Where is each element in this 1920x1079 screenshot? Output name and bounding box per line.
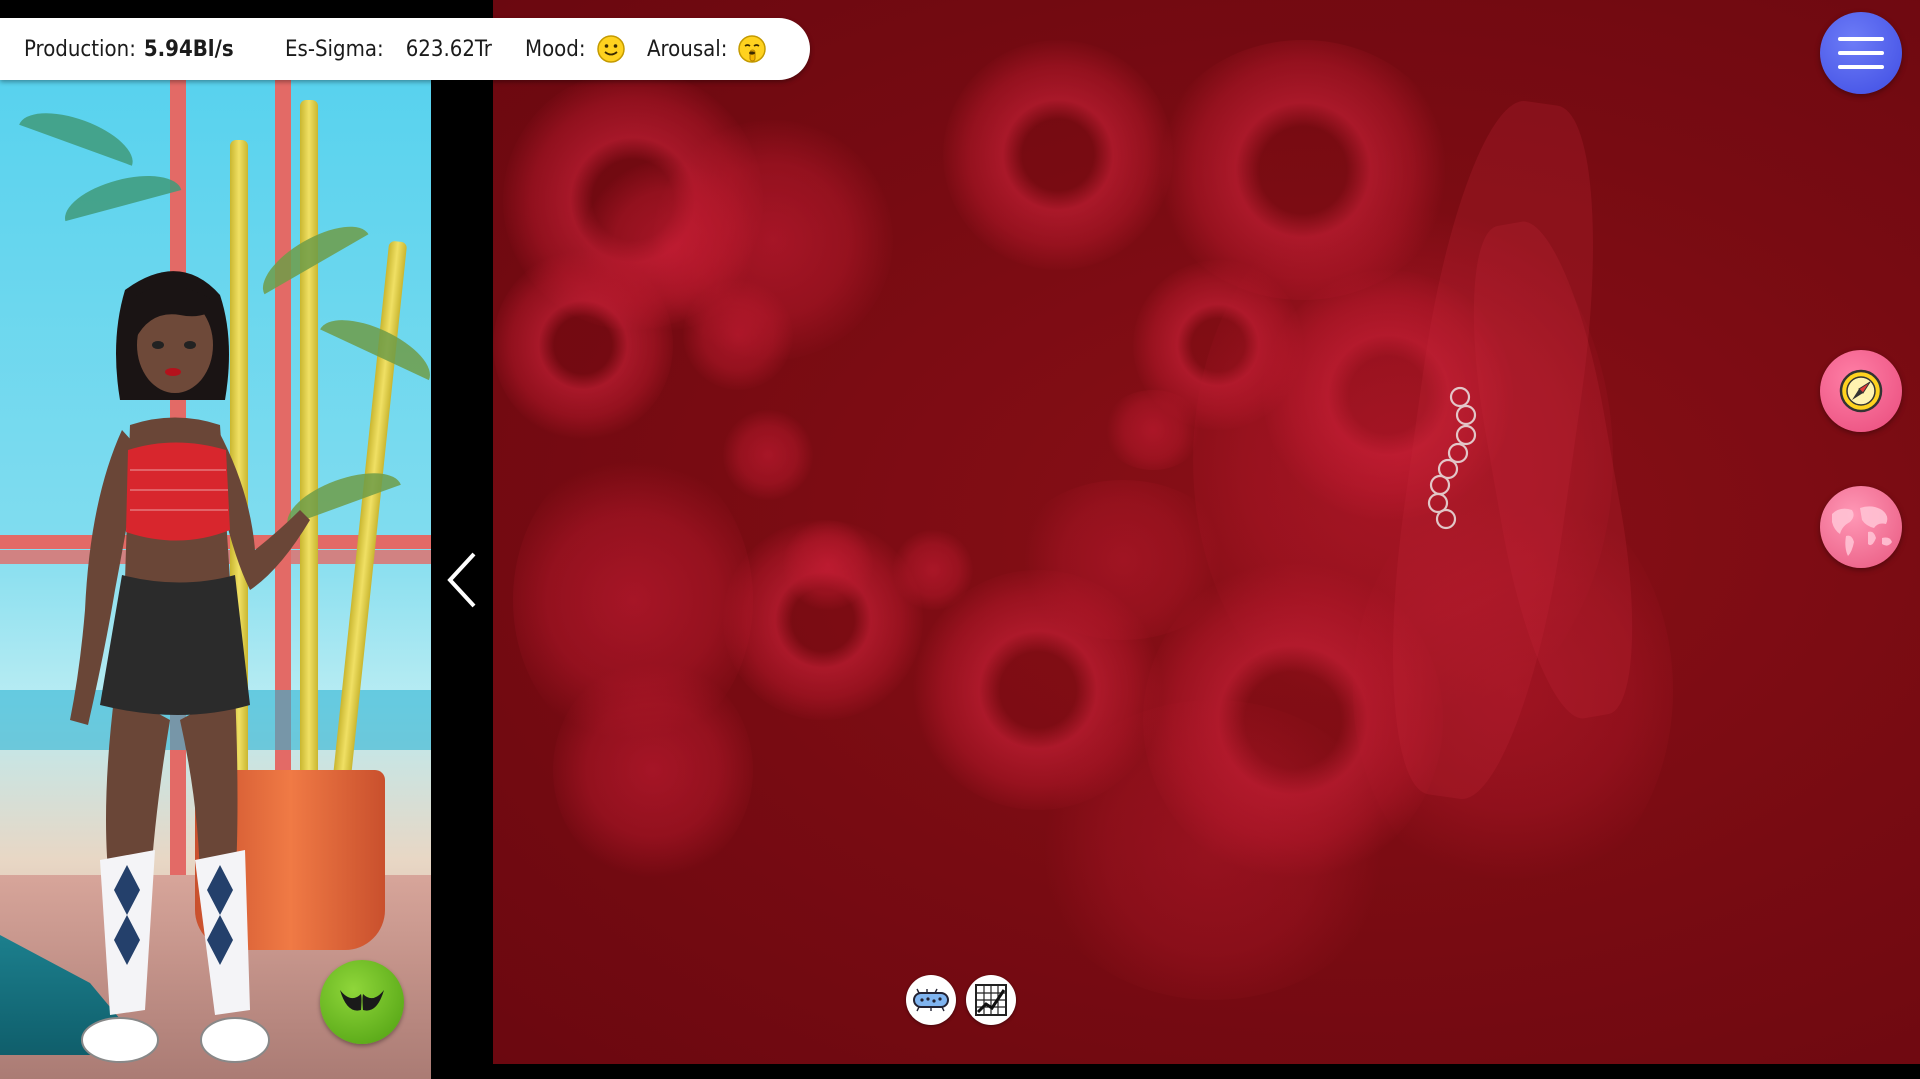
chevron-left-icon	[447, 552, 476, 607]
bacteria-icon	[913, 988, 949, 1012]
production-stat: Production: 5.94Bl/s	[24, 18, 234, 80]
map-button[interactable]	[1820, 486, 1902, 568]
palm-leaf	[58, 164, 182, 222]
arousal-label: Arousal:	[647, 36, 728, 62]
es-sigma-label: Es-Sigma:	[285, 36, 384, 62]
es-sigma-value: 623.62Tr	[405, 36, 492, 62]
game-screen: Production: 5.94Bl/s Es-Sigma: 623.62Tr …	[0, 0, 1920, 1079]
smiling-face-icon	[596, 35, 625, 63]
compass-button[interactable]	[1820, 350, 1902, 432]
compass-icon	[1839, 369, 1883, 413]
collapse-panel-button[interactable]	[431, 80, 493, 1079]
cell-field[interactable]	[493, 0, 1920, 1064]
bacterium-chain[interactable]	[1418, 385, 1488, 535]
cell-cluster	[723, 410, 813, 500]
cell-cluster	[553, 660, 753, 880]
mood-stat: Mood:	[525, 18, 626, 80]
shushing-face-icon	[738, 35, 767, 63]
arousal-stat: Arousal:	[647, 18, 767, 80]
world-map-icon	[1832, 506, 1892, 556]
chart-button[interactable]	[966, 975, 1016, 1025]
line-chart-icon	[975, 984, 1007, 1016]
cell-cluster	[1103, 390, 1203, 470]
cell-cluster	[1013, 480, 1233, 640]
es-sigma-stat: Es-Sigma: 623.62Tr	[285, 18, 492, 80]
menu-button[interactable]	[1820, 12, 1902, 94]
cell-cluster	[943, 40, 1173, 270]
hamburger-menu-icon	[1838, 37, 1884, 69]
production-value: 5.94Bl/s	[143, 36, 234, 62]
cell-cluster	[683, 280, 793, 390]
character-portrait[interactable]	[30, 250, 320, 1070]
cell-cluster	[1033, 700, 1393, 1000]
mood-label: Mood:	[525, 36, 586, 62]
bacteria-button[interactable]	[906, 975, 956, 1025]
palm-leaf	[19, 100, 141, 166]
character-panel	[0, 80, 431, 1079]
status-bar: Production: 5.94Bl/s Es-Sigma: 623.62Tr …	[0, 18, 810, 80]
cell-cluster	[783, 520, 873, 610]
outfit-button[interactable]	[320, 960, 404, 1044]
production-label: Production:	[24, 36, 136, 62]
bra-icon	[340, 990, 384, 1011]
